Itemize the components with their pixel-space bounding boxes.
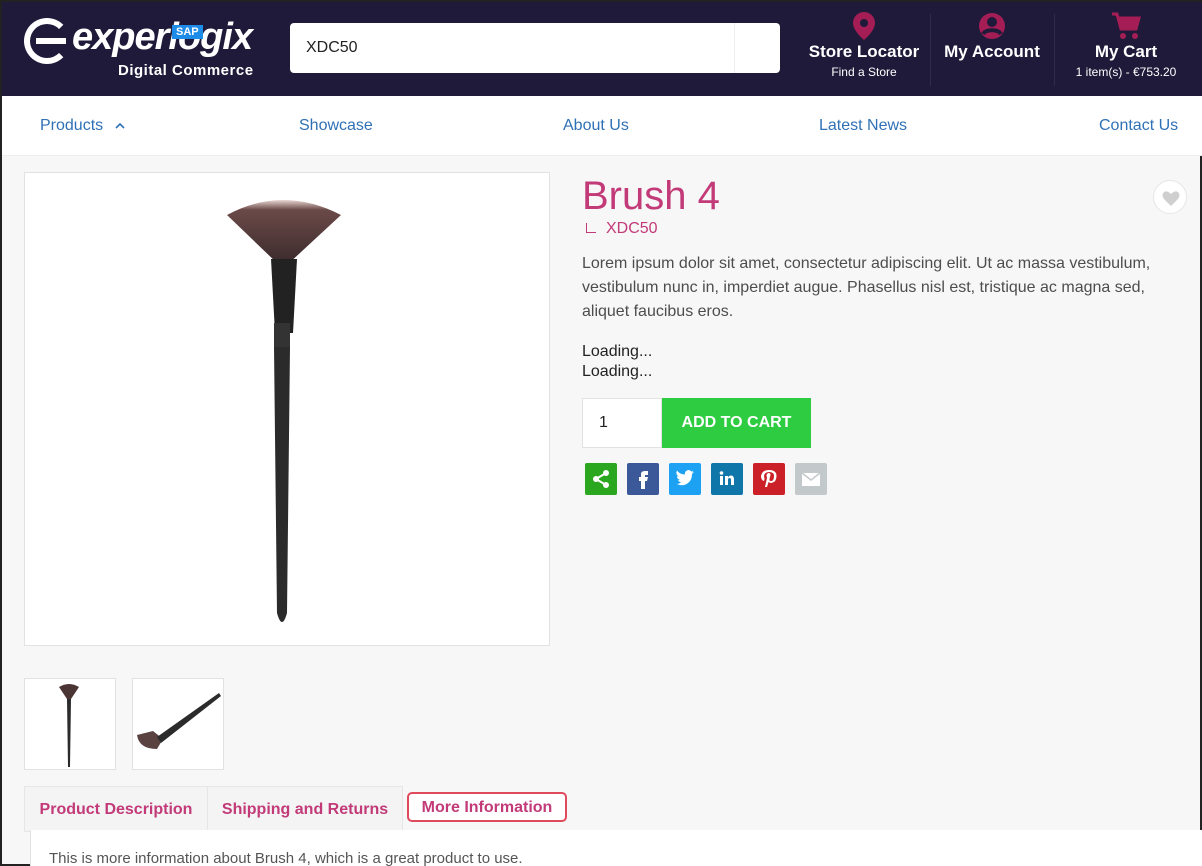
- thumbnail-brush-vertical: [59, 684, 79, 767]
- quantity-input[interactable]: [582, 398, 662, 448]
- wishlist-button[interactable]: [1153, 180, 1187, 214]
- logo-sap-badge: SAP: [172, 25, 203, 39]
- my-account[interactable]: My Account: [942, 12, 1042, 86]
- product-description: Lorem ipsum dolor sit amet, consectetur …: [582, 255, 1151, 320]
- search-button[interactable]: [734, 23, 780, 73]
- product-sku-value: XDC50: [606, 220, 658, 237]
- thumbnail-2[interactable]: [132, 678, 224, 770]
- chevron-up-icon: [115, 122, 125, 129]
- linkedin-icon: [719, 471, 734, 485]
- pinterest-share-button[interactable]: [753, 463, 785, 495]
- my-account-title: My Account: [944, 42, 1040, 61]
- add-to-cart-button[interactable]: ADD TO CART: [662, 398, 811, 448]
- nav-contact-us[interactable]: Contact Us: [1099, 117, 1178, 135]
- logo-brand: experlogix: [72, 16, 253, 58]
- tab-panel: This is more information about Brush 4, …: [30, 830, 1202, 866]
- nav-showcase[interactable]: Showcase: [299, 117, 373, 135]
- store-locator-sub: Find a Store: [831, 65, 897, 79]
- my-cart[interactable]: My Cart 1 item(s) - €753.20: [1064, 12, 1188, 86]
- share-icon: [593, 470, 609, 488]
- twitter-icon: [676, 470, 694, 486]
- nav-products[interactable]: Products: [40, 117, 126, 135]
- tab-panel-text: This is more information about Brush 4, …: [49, 850, 523, 866]
- product-sku: XDC50: [586, 220, 658, 238]
- store-locator-title: Store Locator: [808, 42, 920, 61]
- linkedin-share-button[interactable]: [711, 463, 743, 495]
- user-circle-icon: [942, 12, 1042, 42]
- thumbnail-brush-diagonal: [137, 693, 221, 749]
- search-input[interactable]: [290, 23, 732, 73]
- loading-text: Loading...: [582, 343, 653, 360]
- facebook-icon: [639, 471, 648, 489]
- logo[interactable]: experlogix SAP Digital Commerce: [24, 16, 264, 82]
- store-locator[interactable]: Store Locator Find a Store: [806, 12, 922, 86]
- fan-brush-image: [227, 200, 341, 622]
- tab-more-information[interactable]: More Information: [407, 792, 567, 822]
- logo-mark-icon: [24, 18, 70, 64]
- tab-shipping-and-returns[interactable]: Shipping and Returns: [207, 786, 403, 832]
- thumbnail-1[interactable]: [24, 678, 116, 770]
- header-divider: [930, 14, 931, 86]
- tree-branch-icon: [586, 223, 596, 233]
- share-button[interactable]: [585, 463, 617, 495]
- product-title: Brush 4: [582, 174, 720, 218]
- email-icon: [801, 472, 821, 486]
- loading-text: Loading...: [582, 363, 653, 380]
- logo-subtitle: Digital Commerce: [118, 62, 254, 79]
- twitter-share-button[interactable]: [669, 463, 701, 495]
- facebook-share-button[interactable]: [627, 463, 659, 495]
- search-box: [290, 23, 780, 73]
- nav-products-label: Products: [40, 117, 104, 134]
- my-cart-title: My Cart: [1094, 42, 1158, 61]
- tab-product-description[interactable]: Product Description: [24, 786, 208, 832]
- email-share-button[interactable]: [795, 463, 827, 495]
- cart-icon: [1064, 12, 1188, 42]
- product-tabs: Product Description Shipping and Returns…: [24, 786, 570, 832]
- main-nav: Products Showcase About Us Latest News C…: [2, 96, 1202, 156]
- header-divider: [1054, 14, 1055, 86]
- map-pin-icon: [806, 12, 922, 42]
- nav-about-us[interactable]: About Us: [563, 117, 629, 135]
- product-main-image[interactable]: [24, 172, 550, 646]
- my-cart-summary: 1 item(s) - €753.20: [1075, 65, 1177, 79]
- nav-latest-news[interactable]: Latest News: [819, 117, 907, 135]
- heart-icon: [1162, 191, 1180, 206]
- site-header: experlogix SAP Digital Commerce Store Lo…: [2, 2, 1202, 96]
- pinterest-icon: [761, 470, 777, 487]
